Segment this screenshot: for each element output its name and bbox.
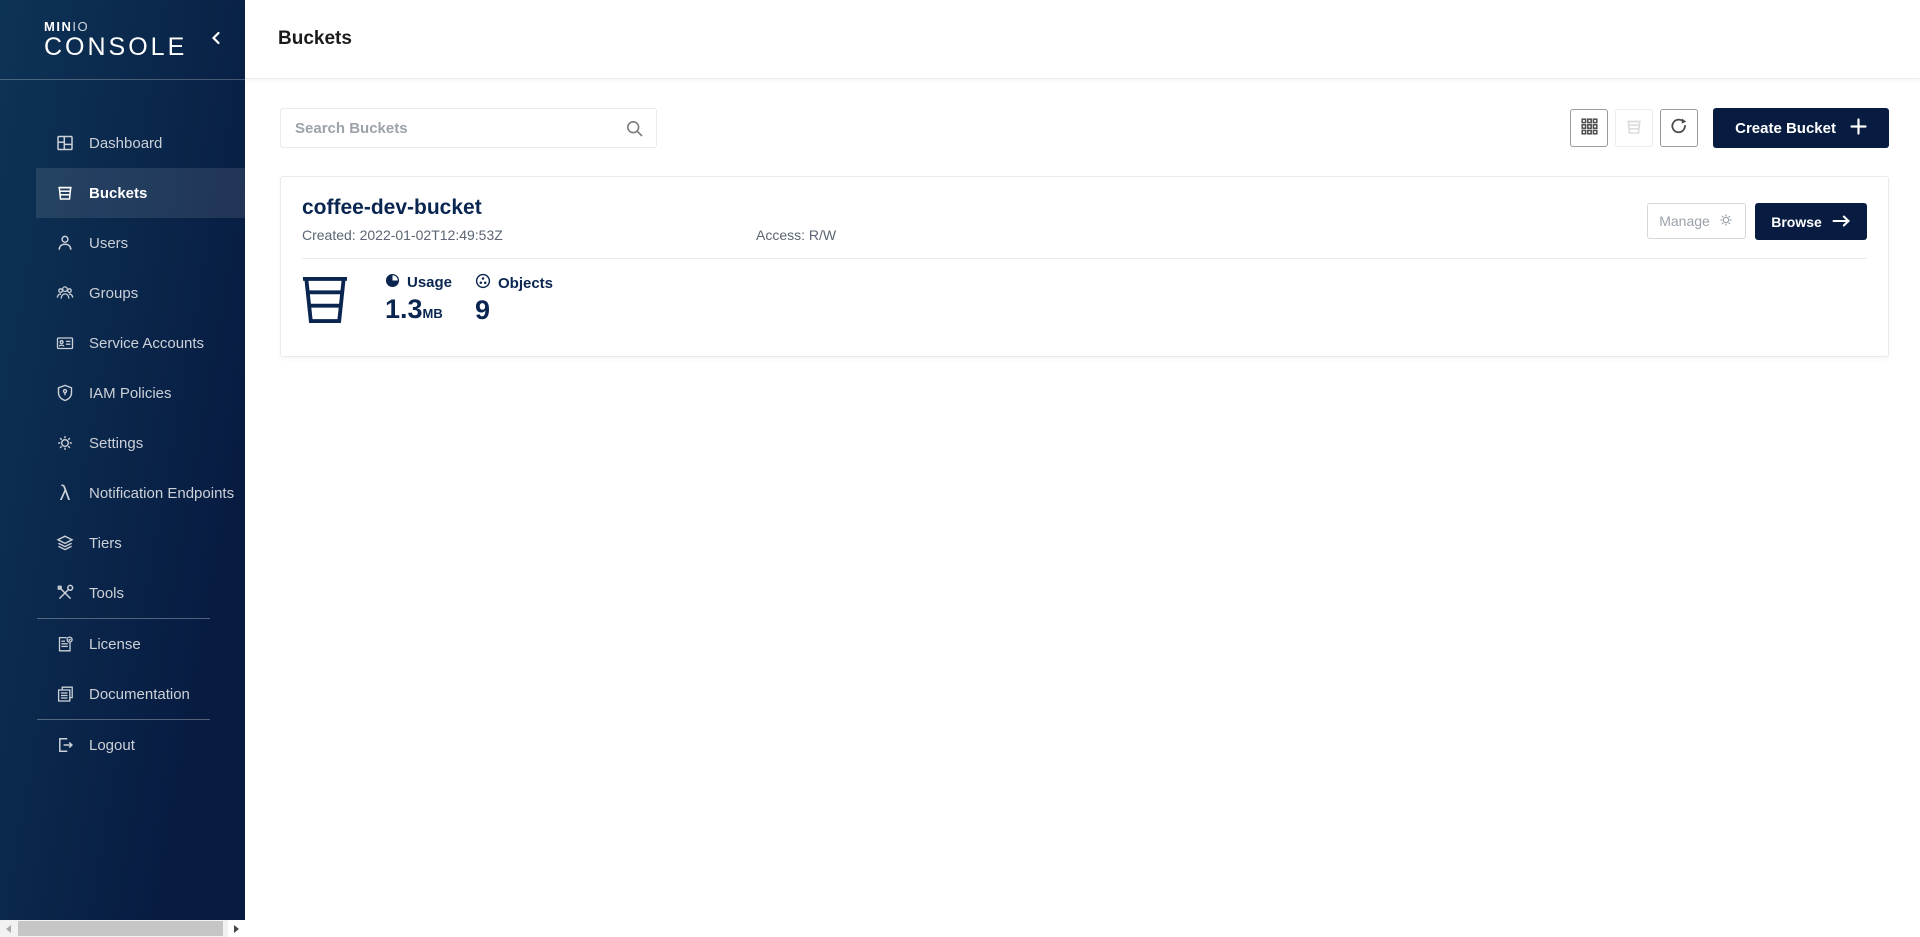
page-header: Buckets (245, 0, 1920, 79)
bucket-card-divider (302, 258, 1867, 259)
usage-pie-icon (385, 273, 400, 292)
objects-metric: Objects 9 (475, 273, 565, 324)
id-card-icon (54, 333, 76, 353)
bucket-icon (54, 183, 76, 203)
sidebar-item-buckets[interactable]: Buckets (36, 168, 245, 218)
sidebar-nav: Dashboard Buckets Users Groups Service A… (0, 80, 245, 770)
browse-button[interactable]: Browse (1755, 203, 1867, 240)
groups-icon (54, 283, 76, 303)
scrollbar-thumb[interactable] (18, 921, 223, 936)
sidebar-item-tiers[interactable]: Tiers (36, 518, 245, 568)
grid-view-icon (1580, 117, 1599, 139)
objects-icon (475, 273, 491, 293)
search-box (280, 108, 657, 148)
usage-metric: Usage 1.3MB (385, 273, 475, 323)
sidebar-item-documentation[interactable]: Documentation (36, 669, 245, 719)
refresh-button[interactable] (1660, 109, 1698, 147)
search-icon (625, 119, 644, 138)
sidebar-item-label: Users (89, 235, 128, 252)
scrollbar-left-arrow[interactable] (0, 920, 17, 937)
actions-row: Create Bucket (280, 108, 1889, 148)
search-input[interactable] (295, 120, 625, 137)
bucket-access: Access: R/W (756, 227, 836, 243)
sidebar-item-dashboard[interactable]: Dashboard (36, 118, 245, 168)
bucket-card: coffee-dev-bucket Created: 2022-01-02T12… (280, 176, 1889, 357)
sidebar-item-iam-policies[interactable]: IAM Policies (36, 368, 245, 418)
sidebar-item-label: IAM Policies (89, 385, 172, 402)
list-view-icon (1624, 117, 1644, 140)
bucket-icon (302, 273, 348, 330)
manage-button[interactable]: Manage (1647, 203, 1746, 239)
objects-label: Objects (498, 275, 553, 292)
usage-unit: MB (423, 306, 443, 321)
sidebar-item-service-accounts[interactable]: Service Accounts (36, 318, 245, 368)
sidebar-item-logout[interactable]: Logout (36, 720, 245, 770)
layers-icon (54, 533, 76, 553)
plus-icon (1850, 118, 1867, 139)
sidebar: MINIO CONSOLE Dashboard Buckets Users (0, 0, 245, 937)
dashboard-icon (54, 133, 76, 153)
sidebar-item-label: Dashboard (89, 135, 162, 152)
gear-icon (54, 433, 76, 453)
bucket-card-head: coffee-dev-bucket Created: 2022-01-02T12… (302, 196, 1867, 243)
logo-block: MINIO CONSOLE (0, 0, 245, 80)
logo-product: CONSOLE (44, 35, 187, 60)
list-view-button[interactable] (1615, 109, 1653, 147)
sidebar-item-label: Tools (89, 585, 124, 602)
user-icon (54, 233, 76, 253)
sidebar-item-label: Logout (89, 737, 135, 754)
refresh-icon (1669, 117, 1689, 140)
scrollbar-right-arrow[interactable] (228, 920, 245, 937)
sidebar-item-settings[interactable]: Settings (36, 418, 245, 468)
bucket-name[interactable]: coffee-dev-bucket (302, 196, 836, 220)
license-icon (54, 634, 76, 654)
create-bucket-button[interactable]: Create Bucket (1713, 108, 1889, 148)
triangle-left-icon (6, 925, 11, 933)
sidebar-item-users[interactable]: Users (36, 218, 245, 268)
sidebar-item-groups[interactable]: Groups (36, 268, 245, 318)
main-area: Buckets (245, 0, 1920, 937)
sidebar-item-tools[interactable]: Tools (36, 568, 245, 618)
minio-console-app: MINIO CONSOLE Dashboard Buckets Users (0, 0, 1920, 937)
sidebar-item-notification-endpoints[interactable]: λ Notification Endpoints (36, 468, 245, 518)
triangle-right-icon (234, 925, 239, 933)
bucket-card-buttons: Manage Browse (1647, 203, 1867, 240)
sidebar-item-label: License (89, 636, 141, 653)
arrow-right-icon (1832, 214, 1851, 230)
bucket-metrics: Usage 1.3MB Objects 9 (302, 273, 1867, 330)
manage-label: Manage (1659, 213, 1710, 229)
sidebar-item-label: Buckets (89, 185, 147, 202)
bucket-created: Created: 2022-01-02T12:49:53Z (302, 227, 756, 243)
logout-icon (54, 735, 76, 755)
sidebar-horizontal-scrollbar (0, 920, 245, 937)
shield-icon (54, 383, 76, 403)
sidebar-item-label: Tiers (89, 535, 122, 552)
sidebar-item-label: Service Accounts (89, 335, 204, 352)
view-actions: Create Bucket (1570, 108, 1889, 148)
usage-label: Usage (407, 274, 452, 291)
sidebar-item-label: Notification Endpoints (89, 485, 234, 502)
tools-icon (54, 583, 76, 603)
grid-view-button[interactable] (1570, 109, 1608, 147)
sidebar-item-license[interactable]: License (36, 619, 245, 669)
book-icon (54, 684, 76, 704)
sidebar-item-label: Settings (89, 435, 143, 452)
sidebar-collapse-button[interactable] (205, 26, 227, 53)
bucket-meta-row: Created: 2022-01-02T12:49:53Z Access: R/… (302, 227, 836, 243)
buckets-content: Create Bucket coffee-dev-bucket Created:… (245, 79, 1920, 357)
gear-icon (1718, 212, 1734, 231)
minio-console-logo: MINIO CONSOLE (44, 20, 187, 60)
objects-value: 9 (475, 297, 565, 324)
page-title: Buckets (278, 28, 352, 50)
logo-brand-light: IO (72, 19, 89, 34)
sidebar-item-label: Documentation (89, 686, 190, 703)
logo-brand-bold: MIN (44, 19, 72, 34)
browse-label: Browse (1771, 214, 1822, 230)
lambda-icon: λ (54, 483, 76, 503)
sidebar-item-label: Groups (89, 285, 138, 302)
bucket-info: coffee-dev-bucket Created: 2022-01-02T12… (302, 196, 836, 243)
create-bucket-label: Create Bucket (1735, 120, 1836, 137)
usage-value: 1.3 (385, 294, 423, 324)
chevron-left-icon (209, 30, 223, 49)
